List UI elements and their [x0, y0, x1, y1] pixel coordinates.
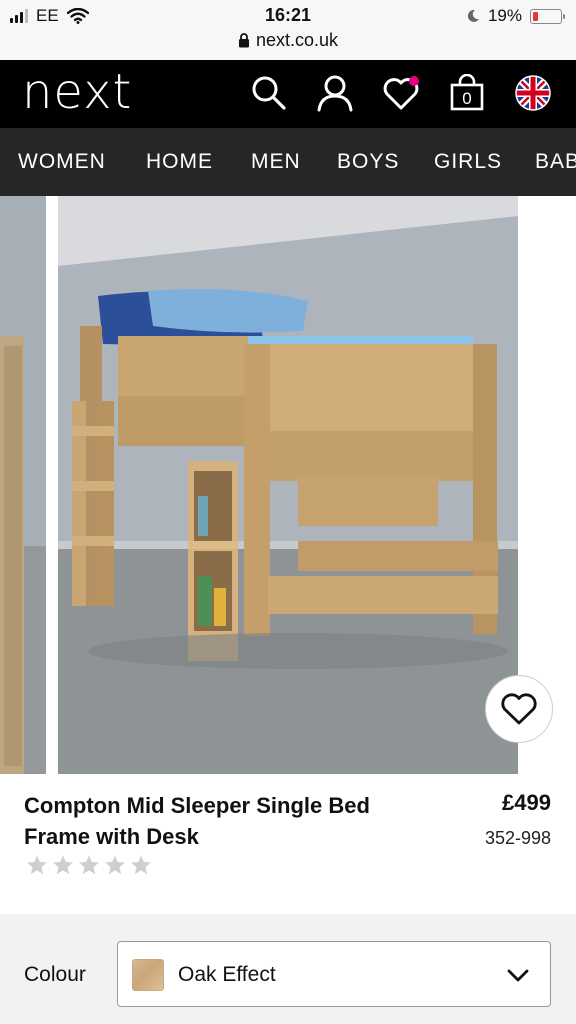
previous-image-art: [0, 196, 46, 774]
nav-item-boys[interactable]: BOYS: [337, 150, 399, 174]
next-logo[interactable]: next: [22, 64, 132, 120]
star-icon: [105, 855, 125, 875]
account-button[interactable]: [316, 74, 354, 112]
bag-button[interactable]: 0: [448, 73, 486, 112]
nav-item-girls[interactable]: GIRLS: [434, 150, 502, 174]
moon-icon: [467, 9, 479, 22]
star-icon: [53, 855, 73, 875]
shopping-bag-icon: 0: [450, 73, 484, 111]
nav-item-baby[interactable]: BABY: [535, 150, 576, 174]
search-icon: [252, 76, 286, 110]
bag-count: 0: [462, 89, 471, 108]
colour-swatch: [132, 959, 164, 991]
lock-icon: [238, 33, 249, 48]
product-price: £499: [502, 790, 551, 815]
product-gallery[interactable]: [0, 196, 576, 774]
address-bar[interactable]: next.co.uk: [0, 30, 576, 51]
heart-outline-icon: [501, 693, 537, 725]
product-code: 352-998: [484, 828, 551, 848]
colour-selector-row: Colour Oak Effect: [0, 914, 576, 1024]
colour-selected-value: Oak Effect: [178, 963, 276, 986]
product-title: Compton Mid Sleeper Single Bed Frame wit…: [24, 793, 370, 849]
rating-stars[interactable]: [26, 854, 152, 876]
star-icon: [79, 855, 99, 875]
star-icon: [27, 855, 47, 875]
url-text: next.co.uk: [255, 30, 339, 50]
category-nav: WOMEN HOME MEN BOYS GIRLS BABY: [0, 128, 576, 196]
gallery-main-image[interactable]: [58, 196, 518, 774]
header-icons: 0: [250, 73, 552, 112]
wishlist-dot: [409, 76, 419, 86]
status-right: 19%: [466, 6, 565, 26]
user-icon: [317, 75, 353, 112]
battery-icon: [530, 8, 565, 24]
nav-item-women[interactable]: WOMEN: [18, 150, 106, 174]
search-button[interactable]: [250, 74, 288, 112]
uk-flag-icon: [515, 75, 551, 111]
site-header: next 0: [0, 60, 576, 128]
star-icon: [131, 855, 151, 875]
product-info: Compton Mid Sleeper Single Bed Frame wit…: [0, 774, 576, 914]
heart-icon: [383, 76, 419, 110]
country-selector[interactable]: [514, 74, 552, 112]
nav-item-men[interactable]: MEN: [251, 150, 301, 174]
bed-product-image: [58, 196, 518, 774]
colour-label: Colour: [24, 963, 86, 986]
battery-fill: [533, 11, 538, 21]
status-bar: EE 16:21 19% next.co.uk: [0, 0, 576, 60]
nav-item-home[interactable]: HOME: [146, 150, 213, 174]
gallery-previous-image[interactable]: [0, 196, 46, 774]
colour-dropdown[interactable]: Oak Effect: [117, 941, 551, 1007]
chevron-down-icon: [507, 969, 529, 982]
battery-percent: 19%: [487, 6, 522, 25]
wishlist-button[interactable]: [382, 74, 420, 112]
add-to-favourites-button[interactable]: [485, 675, 553, 743]
